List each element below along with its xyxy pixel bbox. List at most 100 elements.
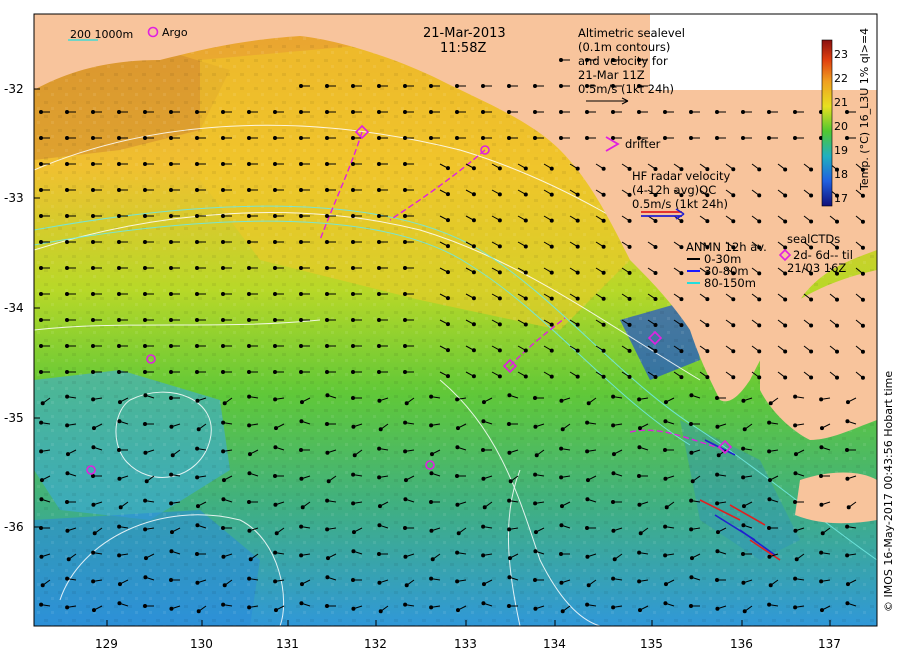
arrow-head <box>637 608 642 613</box>
arrow-head <box>169 162 173 166</box>
arrow-head <box>195 162 199 166</box>
arrow-head <box>299 524 304 529</box>
arrow-head <box>143 188 147 192</box>
arrow-head <box>741 110 745 114</box>
arrow-head <box>429 84 433 88</box>
arrow-head <box>586 401 591 406</box>
arrow-head <box>575 270 580 275</box>
arrow-head <box>601 244 606 249</box>
arrow-head <box>809 375 814 380</box>
arrow-head <box>247 452 252 457</box>
arrow-head <box>783 323 788 328</box>
arrow-head <box>471 348 476 353</box>
arrow-head <box>351 530 356 535</box>
arrow-head <box>39 420 44 425</box>
arrow-head <box>507 527 512 532</box>
arrow-head <box>91 608 96 613</box>
arrow-head <box>377 398 382 403</box>
arrow-head <box>351 549 356 554</box>
arrow-head <box>195 292 199 296</box>
arrow-head <box>637 110 641 114</box>
arrow-head <box>575 218 580 223</box>
arrow-head <box>195 398 200 403</box>
arrow-head <box>222 401 227 406</box>
lat-tick-label: -36 <box>4 520 24 534</box>
lon-tick-label: 130 <box>190 637 213 651</box>
arrow-head <box>196 427 201 432</box>
arrow-head <box>455 445 460 450</box>
arrow-head <box>689 604 693 608</box>
arrow-head <box>845 448 849 452</box>
arrow-head <box>195 110 199 114</box>
arrow-head <box>783 375 788 380</box>
arrow-head <box>481 601 486 606</box>
arrow-head <box>445 374 450 379</box>
altimetry-line: and velocity for <box>578 54 668 68</box>
kangaroo-island <box>795 472 877 524</box>
arrow-head <box>845 524 850 529</box>
arrow-head <box>523 218 528 223</box>
arrow-head <box>39 292 43 296</box>
arrow-head <box>377 475 382 480</box>
arrow-head <box>351 292 355 296</box>
arrow-head <box>65 292 69 296</box>
arrow-head <box>403 497 408 502</box>
map-area <box>34 14 877 626</box>
arrow-head <box>481 136 485 140</box>
arrow-head <box>169 188 173 192</box>
arrow-head <box>497 218 502 223</box>
arrow-head <box>143 292 147 296</box>
arrow-head <box>143 575 148 580</box>
arrow-head <box>560 609 565 614</box>
arrow-head <box>299 162 303 166</box>
arrow-head <box>221 526 225 530</box>
arrow-head <box>481 582 486 587</box>
arrow-head <box>429 394 434 399</box>
arrow-head <box>247 240 251 244</box>
arrow-head <box>627 296 632 301</box>
arrow-head <box>325 575 330 580</box>
arrow-head <box>482 505 487 510</box>
arrow-head <box>497 192 502 197</box>
arrow-head <box>611 528 616 533</box>
arrow-head <box>377 84 381 88</box>
arrow-head <box>117 448 121 452</box>
arrow-head <box>40 401 45 406</box>
arrow-head <box>195 344 199 348</box>
arrow-head <box>221 318 225 322</box>
arrow-head <box>377 136 381 140</box>
arrow-head <box>403 292 407 296</box>
arrow-head <box>575 348 580 353</box>
arrow-head <box>66 557 71 562</box>
arrow-head <box>221 266 225 270</box>
arrow-head <box>247 292 251 296</box>
arrow-head <box>549 218 554 223</box>
arrow-head <box>705 349 710 354</box>
arrow-head <box>91 397 96 402</box>
arrow-head <box>663 553 668 558</box>
arrow-head <box>247 188 251 192</box>
arrow-head <box>117 601 122 606</box>
arrow-head <box>471 218 476 223</box>
arrow-head <box>653 244 658 249</box>
arrow-head <box>169 266 173 270</box>
arrow-head <box>143 498 148 503</box>
arrow-head <box>742 609 747 614</box>
arrow-head <box>248 557 253 562</box>
arrow-head <box>575 322 580 327</box>
lat-tick-label: -35 <box>4 411 24 425</box>
arrow-head <box>325 292 329 296</box>
arrow-head <box>481 476 486 481</box>
arrow-head <box>117 162 121 166</box>
arrow-head <box>429 500 433 504</box>
arrow-head <box>39 370 43 374</box>
arrow-head <box>523 374 528 379</box>
arrow-head <box>497 348 502 353</box>
arrow-head <box>523 166 528 171</box>
arrow-head <box>445 348 450 353</box>
arrow-head <box>40 583 45 588</box>
arrow-head <box>221 136 225 140</box>
arrow-head <box>860 193 865 198</box>
arrow-head <box>65 188 69 192</box>
arrow-head <box>65 370 69 374</box>
